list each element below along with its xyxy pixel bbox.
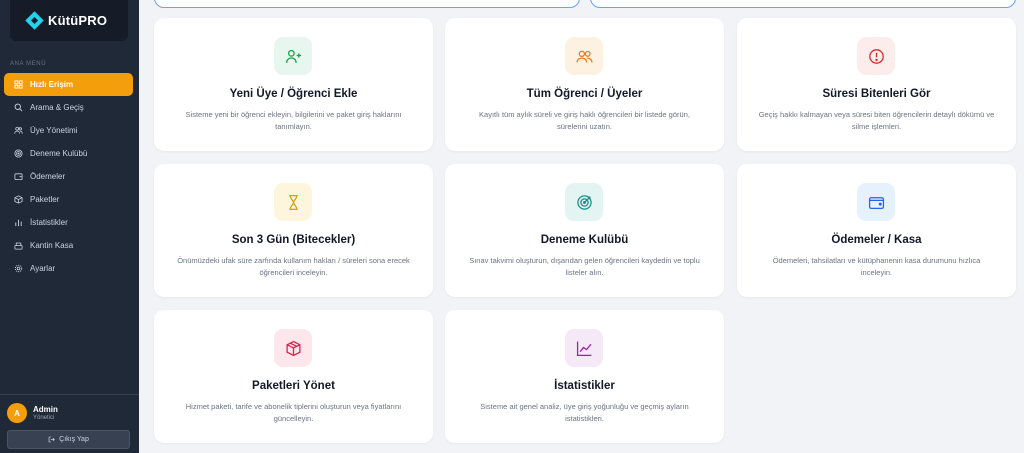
card-trial-club[interactable]: Deneme Kulübü Sınav takvimi oluşturun, d… [445,164,724,297]
card-add-member[interactable]: Yeni Üye / Öğrenci Ekle Sisteme yeni bir… [154,18,433,151]
card-payments[interactable]: Ödemeler / Kasa Ödemeleri, tahsilatları … [737,164,1016,297]
user-role: Yönetici [33,415,55,421]
card-description: Geçiş hakkı kalmayan veya süresi biten ö… [758,110,995,131]
card-description: Önümüzdeki ufak süre zarfında kullanım h… [177,256,410,277]
sidebar-divider [0,394,139,395]
card-icon-bg [857,37,895,75]
target-icon [13,148,24,159]
card-title: Paketleri Yönet [252,380,335,392]
trend-icon [576,341,591,356]
card-expired[interactable]: Süresi Bitenleri Gör Geçiş hakkı kalmaya… [737,18,1016,151]
card-title: İstatistikler [554,380,615,392]
gear-icon [13,263,24,274]
logout-label: Çıkış Yap [59,436,89,443]
wallet-icon [13,171,24,182]
hourglass-icon [288,194,298,210]
top-partial-field-right[interactable] [590,0,1016,8]
package-icon [285,340,301,356]
card-icon-bg [565,329,603,367]
card-icon-bg [565,37,603,75]
search-icon [13,102,24,113]
sidebar-item-search[interactable]: Arama & Geçiş [4,96,133,119]
grid-icon [13,79,24,90]
card-title: Tüm Öğrenci / Üyeler [526,88,643,100]
card-last-3-days[interactable]: Son 3 Gün (Bitecekler) Önümüzdeki ufak s… [154,164,433,297]
card-icon-bg [857,183,895,221]
card-all-members[interactable]: Tüm Öğrenci / Üyeler Kayıtlı tüm aylık s… [445,18,724,151]
logout-button[interactable]: Çıkış Yap [7,430,130,449]
card-icon-bg [274,37,312,75]
sidebar: KütüPRO ANA MENÜ Hızlı Erişim Arama & Ge… [0,0,139,453]
user-profile: A Admin Yönetici [7,403,58,423]
alert-circle-icon [868,48,884,64]
sidebar-item-quick-access[interactable]: Hızlı Erişim [4,73,133,96]
register-icon [13,240,24,251]
sidebar-item-label: Ödemeler [30,172,66,181]
user-name: Admin [33,405,58,414]
sidebar-item-canteen-register[interactable]: Kantin Kasa [4,234,133,257]
sidebar-menu: Hızlı Erişim Arama & Geçiş Üye Yönetimi … [4,73,133,280]
sidebar-item-label: Deneme Kulübü [30,149,88,158]
logo-diamond-icon [25,10,44,30]
sidebar-item-label: Kantin Kasa [30,241,74,250]
card-manage-packages[interactable]: Paketleri Yönet Hizmet paketi, tarife ve… [154,310,433,443]
logo-text: KütüPRO [48,13,108,28]
user-plus-icon [285,49,301,63]
card-statistics[interactable]: İstatistikler Sisteme ait genel analiz, … [445,310,724,443]
sidebar-item-trial-club[interactable]: Deneme Kulübü [4,142,133,165]
sidebar-item-packages[interactable]: Paketler [4,188,133,211]
sidebar-item-label: Hızlı Erişim [30,80,74,89]
card-title: Yeni Üye / Öğrenci Ekle [229,88,358,100]
top-partial-field-left[interactable] [154,0,580,8]
wallet-icon [868,196,884,209]
sidebar-item-label: Paketler [30,195,60,204]
card-description: Sisteme yeni bir öğrenci ekleyin, bilgil… [185,110,402,131]
avatar: A [7,403,27,423]
users-icon [13,125,24,136]
sidebar-item-members[interactable]: Üye Yönetimi [4,119,133,142]
sidebar-item-label: Üye Yönetimi [30,126,78,135]
card-description: Sınav takvimi oluşturun, dışarıdan gelen… [469,256,700,277]
package-icon [13,194,24,205]
card-description: Kayıtlı tüm aylık süreli ve giriş haklı … [479,110,690,131]
app-logo[interactable]: KütüPRO [10,0,128,41]
card-description: Hizmet paketi, tarife ve abonelik tipler… [185,402,402,423]
sidebar-item-settings[interactable]: Ayarlar [4,257,133,280]
card-title: Ödemeler / Kasa [831,234,922,246]
users-icon [575,50,593,62]
card-title: Deneme Kulübü [540,234,629,246]
card-icon-bg [565,183,603,221]
sidebar-item-statistics[interactable]: İstatistikler [4,211,133,234]
card-description: Sisteme ait genel analiz, üye giriş yoğu… [480,402,689,423]
card-icon-bg [274,183,312,221]
sidebar-item-label: Ayarlar [30,264,56,273]
sidebar-item-payments[interactable]: Ödemeler [4,165,133,188]
card-description: Ödemeleri, tahsilatları ve kütüphanenin … [772,256,981,277]
sidebar-item-label: İstatistikler [30,218,68,227]
card-title: Süresi Bitenleri Gör [822,88,931,100]
sidebar-item-label: Arama & Geçiş [30,103,84,112]
target-icon [576,194,592,210]
logout-icon [48,436,55,443]
bar-chart-icon [13,217,24,228]
card-title: Son 3 Gün (Bitecekler) [231,234,356,246]
menu-section-label: ANA MENÜ [10,61,47,67]
card-icon-bg [274,329,312,367]
